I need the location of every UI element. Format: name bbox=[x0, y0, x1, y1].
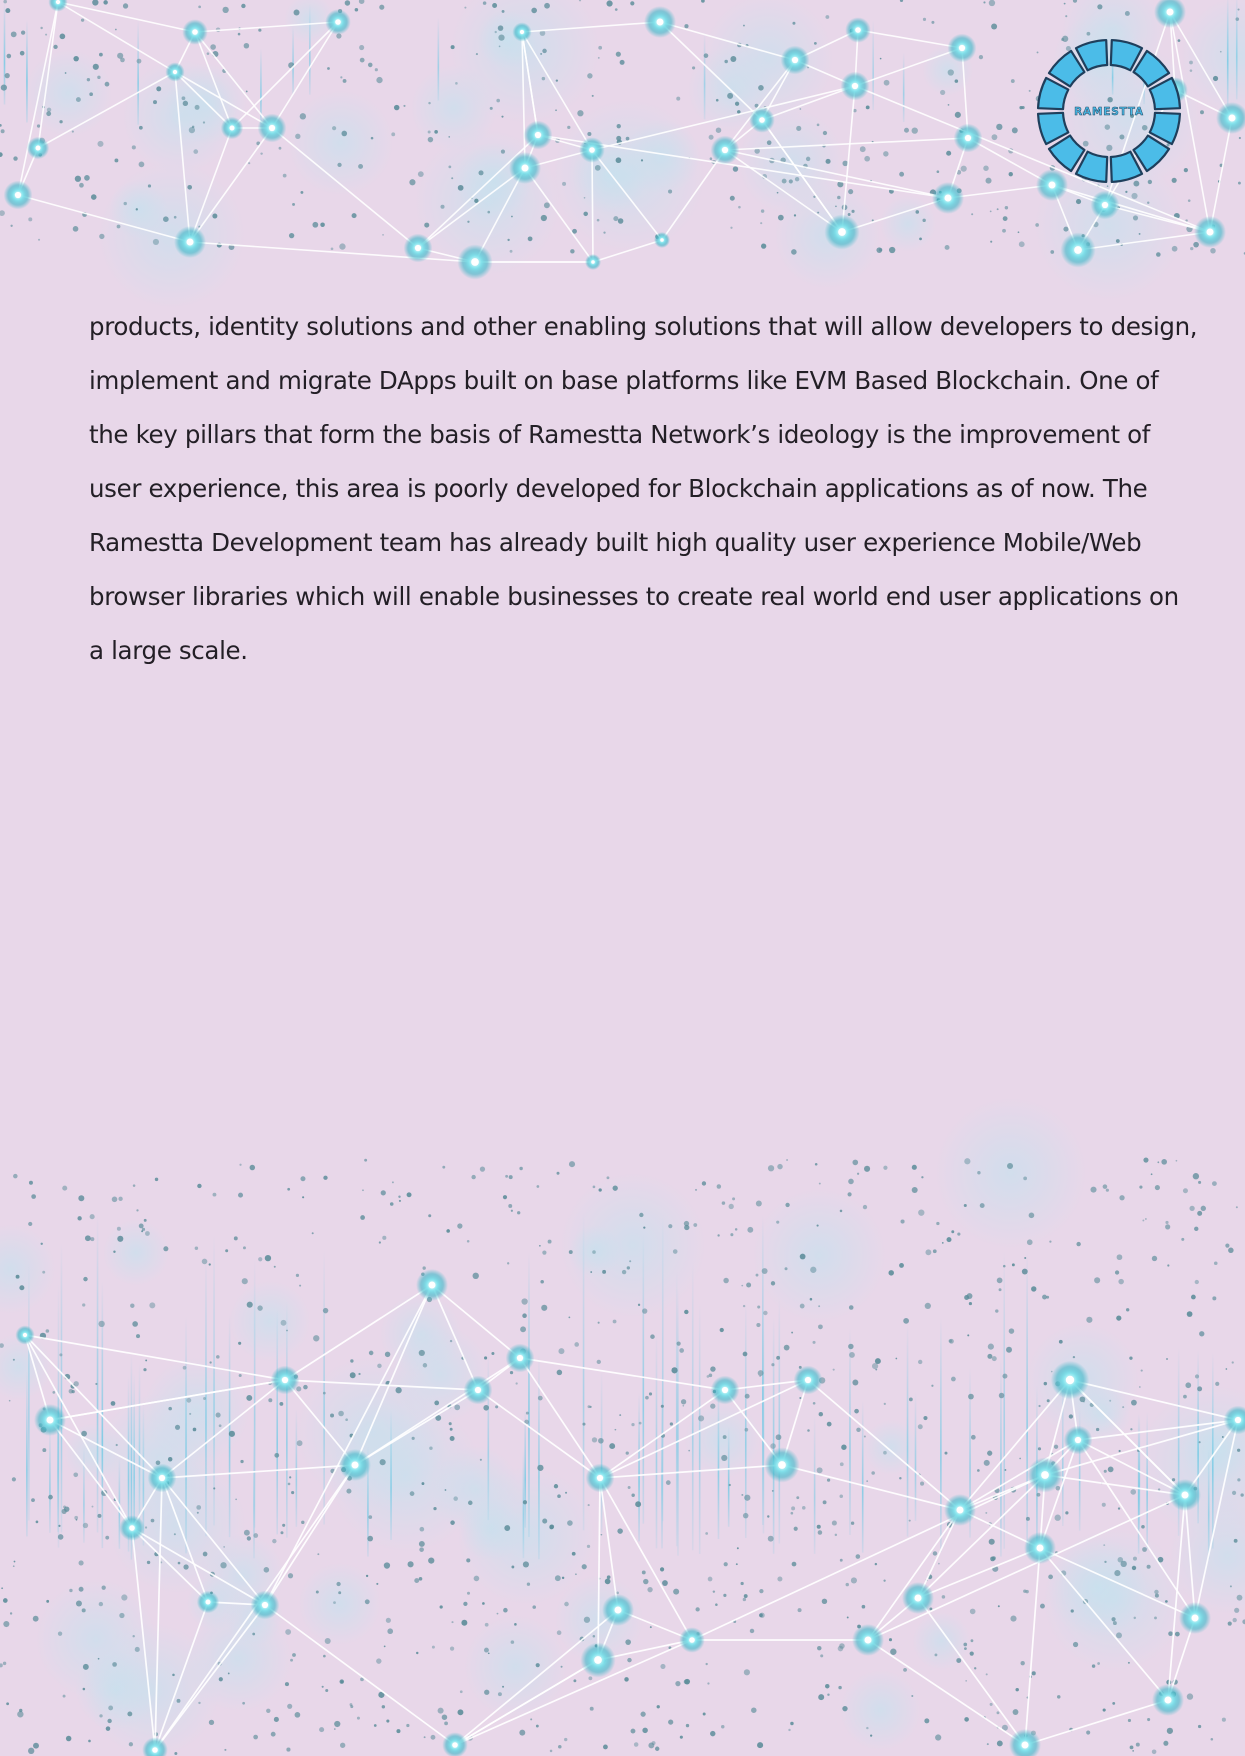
logo-wordmark: RAMESTTA bbox=[1074, 106, 1144, 118]
body-paragraph: products, identity solutions and other e… bbox=[89, 300, 1199, 678]
paragraph-line: implement and migrate DApps built on bas… bbox=[89, 366, 1159, 395]
ramestta-logo-icon: RAMESTTA bbox=[1036, 38, 1182, 184]
paragraph-line: Ramestta Development team has already bu… bbox=[89, 528, 1142, 557]
paragraph-line: user experience, this area is poorly dev… bbox=[89, 474, 1148, 503]
paragraph-line: browser libraries which will enable busi… bbox=[89, 582, 1179, 611]
document-page: RAMESTTA products, identity solutions an… bbox=[0, 0, 1245, 1756]
paragraph-line: products, identity solutions and other e… bbox=[89, 312, 1198, 341]
paragraph-line: the key pillars that form the basis of R… bbox=[89, 420, 1151, 449]
paragraph-line: a large scale. bbox=[89, 636, 248, 665]
bottom-network-decoration-icon bbox=[0, 1097, 1245, 1756]
